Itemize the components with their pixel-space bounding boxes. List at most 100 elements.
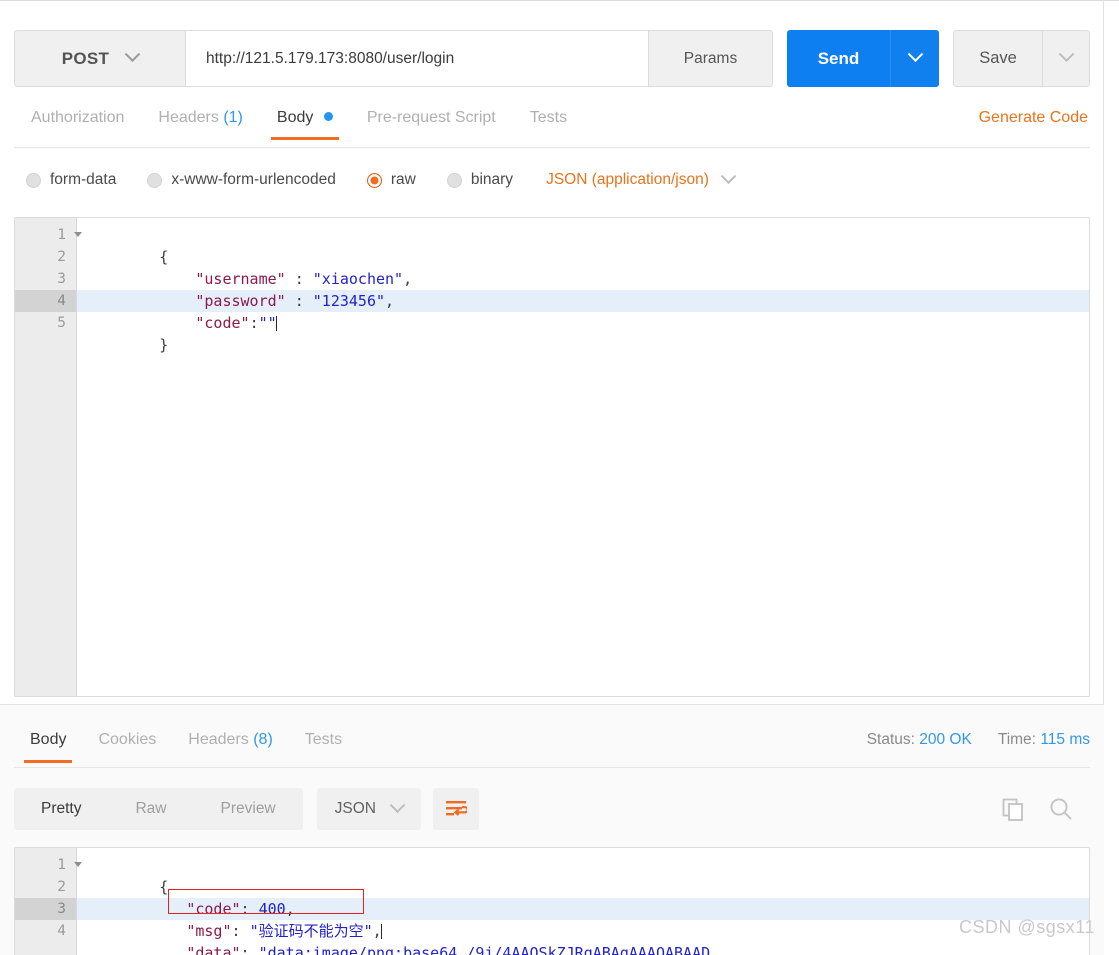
time-badge: Time: 115 ms <box>998 731 1090 749</box>
word-wrap-button[interactable] <box>432 788 479 830</box>
radio-selected-icon[interactable] <box>366 172 382 188</box>
request-url-bar: POST Params Send Save <box>14 30 1090 87</box>
send-options-button[interactable] <box>890 30 939 87</box>
tab-label: Headers <box>158 109 219 126</box>
save-button[interactable]: Save <box>954 31 1042 86</box>
json-punct: , <box>403 270 413 288</box>
json-key: "msg" <box>186 922 232 940</box>
json-value: 400 <box>258 900 286 918</box>
tab-label: Headers <box>188 731 249 748</box>
content-type-selector[interactable]: JSON (application/json) <box>546 167 737 189</box>
line-number: 2 <box>57 879 66 895</box>
tab-tests[interactable]: Tests <box>513 105 584 140</box>
json-key: "code" <box>186 900 241 918</box>
line-number-label: 1 <box>57 857 66 873</box>
json-punct: , <box>285 900 295 918</box>
body-type-raw[interactable]: raw <box>366 171 416 189</box>
body-type-urlencoded[interactable]: x-www-form-urlencoded <box>147 171 336 189</box>
tab-label: Tests <box>304 731 343 748</box>
radio-icon[interactable] <box>147 172 163 188</box>
view-preview[interactable]: Preview <box>194 788 303 830</box>
search-icon[interactable] <box>1048 796 1074 822</box>
response-meta: Status: 200 OK Time: 115 ms <box>867 723 1090 749</box>
view-raw[interactable]: Raw <box>108 788 193 830</box>
body-type-binary[interactable]: binary <box>446 171 513 189</box>
body-type-form-data[interactable]: form-data <box>26 171 116 189</box>
response-tab-cookies[interactable]: Cookies <box>82 723 172 763</box>
code-line: "code": 400, <box>77 876 1089 918</box>
tab-authorization[interactable]: Authorization <box>14 105 141 140</box>
content-type-label: JSON (application/json) <box>546 171 709 188</box>
body-type-label: form-data <box>50 171 117 188</box>
response-tab-tests[interactable]: Tests <box>289 723 358 763</box>
json-punct: : <box>240 900 259 918</box>
body-type-options: form-data x-www-form-urlencoded raw bina… <box>26 163 737 197</box>
chevron-down-icon <box>907 46 923 63</box>
postman-window: POST Params Send Save Au <box>0 0 1119 955</box>
request-code-area[interactable]: { "username" : "xiaochen", "password" : … <box>77 218 1089 696</box>
generate-code-link[interactable]: Generate Code <box>977 105 1090 131</box>
line-number-active: 4 <box>15 290 76 312</box>
json-value-msg: "验证码不能为空" <box>249 922 373 940</box>
save-button-group: Save <box>953 30 1090 87</box>
response-tabs-divider <box>14 767 1090 768</box>
response-format-selector[interactable]: JSON <box>316 788 421 830</box>
save-label: Save <box>979 49 1017 67</box>
send-button[interactable]: Send <box>787 30 890 87</box>
tab-label: Pre-request Script <box>366 109 496 126</box>
response-headers-count-badge: (8) <box>253 731 273 748</box>
response-tab-headers[interactable]: Headers (8) <box>172 723 289 763</box>
chevron-down-icon <box>124 46 141 63</box>
status-badge: Status: 200 OK <box>867 731 972 749</box>
request-tabs: Authorization Headers (1) Body Pre-reque… <box>14 105 1090 147</box>
json-punct: : <box>240 944 259 955</box>
chevron-down-icon <box>389 796 406 813</box>
code-token: { <box>159 878 169 896</box>
tab-label: Tests <box>529 109 568 126</box>
code-token: } <box>159 336 169 354</box>
tab-label: Body <box>276 109 314 126</box>
chevron-down-icon <box>1058 46 1074 63</box>
radio-icon[interactable] <box>446 172 462 188</box>
request-editor-gutter: 1 2 3 4 5 <box>15 218 82 696</box>
response-format-label: JSON <box>334 800 376 817</box>
json-value-data: "data:image/png;base64,/9j/4AAQSkZJRgABA… <box>258 944 711 955</box>
text-cursor <box>275 316 278 331</box>
params-button[interactable]: Params <box>649 30 773 87</box>
json-key: "password" <box>195 292 286 310</box>
copy-icon[interactable] <box>1001 797 1026 822</box>
params-label: Params <box>683 49 738 67</box>
line-number-label: 1 <box>57 227 66 243</box>
body-type-label: raw <box>390 171 416 188</box>
tab-pre-request-script[interactable]: Pre-request Script <box>350 105 513 140</box>
radio-icon[interactable] <box>26 172 41 188</box>
response-code-area[interactable]: { "code": 400, "msg": "验证码不能为空", "data":… <box>77 848 1089 955</box>
view-pretty[interactable]: Pretty <box>14 788 108 830</box>
tab-body[interactable]: Body <box>260 105 350 140</box>
http-method-label: POST <box>61 48 110 68</box>
response-body-editor[interactable]: 1 2 3 4 { "code": 400, "msg": "验证码不能为空",… <box>14 847 1090 955</box>
tab-label: Authorization <box>31 109 125 126</box>
request-body-editor[interactable]: 1 2 3 4 5 { "username" : "xiaochen", "pa… <box>14 217 1090 697</box>
json-key: "data" <box>186 944 241 955</box>
body-modified-dot-icon <box>323 112 333 121</box>
code-line: "username" : "xiaochen", <box>77 246 1089 288</box>
http-method-selector[interactable]: POST <box>14 30 186 87</box>
tab-headers[interactable]: Headers (1) <box>141 105 260 140</box>
json-key: "username" <box>195 270 286 288</box>
body-type-label: x-www-form-urlencoded <box>171 171 336 188</box>
save-options-button[interactable] <box>1042 31 1089 86</box>
line-number: 1 <box>15 224 82 246</box>
response-tabs: Body Cookies Headers (8) Tests Status: 2… <box>14 723 1090 767</box>
response-tab-body[interactable]: Body <box>14 723 82 763</box>
request-url-input[interactable] <box>204 48 630 69</box>
line-number: 3 <box>57 271 66 287</box>
time-value: 115 ms <box>1040 731 1090 748</box>
tab-label: Body <box>30 731 67 748</box>
request-url-field[interactable] <box>186 30 649 87</box>
json-punct: : <box>249 314 259 332</box>
json-punct: : <box>285 270 313 288</box>
code-line: { <box>77 854 1089 896</box>
json-key: "code" <box>195 314 250 332</box>
status-value: 200 OK <box>919 731 972 748</box>
